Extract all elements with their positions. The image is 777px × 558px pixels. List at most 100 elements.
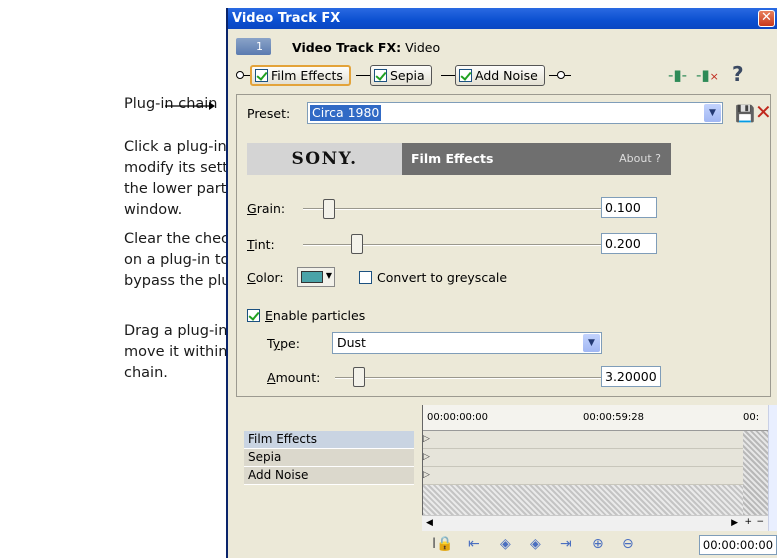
color-label-accel: C (247, 270, 256, 285)
chevron-down-icon: ▼ (325, 271, 332, 280)
lock-cursor-icon[interactable]: I🔒 (432, 536, 454, 552)
tint-slider-thumb[interactable] (351, 234, 363, 254)
next-keyframe-icon[interactable]: ◈ (530, 536, 541, 552)
track-header: 1 Video Track FX: Video (236, 36, 766, 58)
keyframe-lane[interactable]: ▷ (423, 431, 743, 449)
track-title-name: Video (401, 40, 441, 55)
chain-end-node (557, 71, 565, 79)
ruler-label: 00: (743, 412, 760, 423)
scroll-left-icon[interactable]: ◀ (426, 518, 433, 528)
track-title: Video Track FX: Video (292, 40, 440, 55)
sepia-checkbox[interactable] (374, 69, 387, 82)
plugin-name: Film Effects (411, 151, 494, 166)
close-icon[interactable]: ✕ (758, 10, 775, 27)
enable-particles-option[interactable]: Enable particles (247, 308, 365, 323)
help-icon[interactable]: ? (732, 62, 744, 86)
scroll-right-icon[interactable]: ▶ (731, 518, 738, 528)
keyframe-lane[interactable]: ▷ (423, 449, 743, 467)
prev-keyframe-icon[interactable]: ◈ (500, 536, 511, 552)
chain-connector (441, 75, 455, 76)
plugin-header-band: SONY. Film Effects About ? (247, 143, 671, 175)
preset-dropdown[interactable]: Circa 1980 ▼ (307, 102, 723, 124)
remove-plugin-icon[interactable]: -▮× (696, 66, 719, 84)
amount-slider-thumb[interactable] (353, 367, 365, 387)
keyframe-marker[interactable]: ▷ (423, 470, 430, 480)
save-preset-icon[interactable]: 💾 (735, 104, 755, 123)
particles-label-accel: E (265, 308, 273, 323)
plugin-settings-panel: Preset: Circa 1980 ▼ 💾 ✕ SONY. Film Effe… (236, 94, 772, 397)
empty-lane-area (423, 485, 743, 515)
plugin-chooser-icon[interactable]: -▮- (668, 66, 687, 84)
keyframe-transport: I🔒 ⇤ ◈ ◈ ⇥ ⊕ ⊖ 00:00:00:00 (422, 533, 777, 558)
first-keyframe-icon[interactable]: ⇤ (468, 536, 480, 552)
time-ruler[interactable]: 00:00:00:00 00:00:59:28 00: (423, 405, 769, 431)
particle-type-value: Dust (337, 335, 366, 350)
type-label: Type: (267, 336, 300, 351)
timeline-track-item[interactable]: Add Noise (244, 467, 414, 485)
video-track-fx-window: Video Track FX ✕ 1 Video Track FX: Video… (226, 8, 777, 558)
chain-start-node (236, 71, 244, 79)
add-noise-checkbox[interactable] (459, 69, 472, 82)
chain-connector (565, 75, 571, 76)
plugin-add-noise[interactable]: Add Noise (455, 65, 545, 86)
preset-label: Preset: (247, 106, 291, 121)
preset-value: Circa 1980 (310, 105, 382, 121)
about-link[interactable]: About ? (619, 152, 661, 165)
greyscale-checkbox[interactable] (359, 271, 372, 284)
zoom-in-icon[interactable]: + (744, 517, 752, 527)
chevron-down-icon[interactable]: ▼ (704, 104, 721, 122)
amount-slider-track[interactable] (335, 377, 633, 379)
keyframe-marker[interactable]: ▷ (423, 452, 430, 462)
plugin-sepia[interactable]: Sepia (370, 65, 432, 86)
keyframe-lane[interactable]: ▷ (423, 467, 743, 485)
particle-type-dropdown[interactable]: Dust ▼ (332, 332, 602, 354)
plugin-label: Film Effects (271, 68, 343, 83)
color-swatch (301, 271, 323, 283)
timecode-field[interactable]: 00:00:00:00 (699, 535, 777, 555)
grain-slider-track[interactable] (303, 208, 633, 210)
last-keyframe-icon[interactable]: ⇥ (560, 536, 572, 552)
horizontal-scrollbar[interactable]: ◀ ▶ + − (422, 515, 768, 531)
amount-value-field[interactable]: 3.20000 (601, 366, 661, 387)
tint-label: Tint: (247, 237, 275, 252)
chain-connector (356, 75, 370, 76)
chevron-down-icon[interactable]: ▼ (583, 334, 600, 352)
grain-label-rest: rain: (256, 201, 286, 216)
annotation-arrow (165, 102, 215, 110)
track-number-badge: 1 (236, 38, 271, 55)
grain-label: Grain: (247, 201, 285, 216)
timeline-tracks: Film Effects Sepia Add Noise (244, 431, 414, 485)
amount-label-rest: mount: (275, 370, 321, 385)
delete-keyframe-icon[interactable]: ⊖ (622, 536, 634, 552)
plugin-chain: Film Effects Sepia Add Noise -▮- -▮× ? (236, 62, 771, 88)
vertical-scrollbar[interactable] (768, 405, 777, 531)
timeline-track-item[interactable]: Film Effects (244, 431, 414, 449)
plugin-film-effects[interactable]: Film Effects (250, 65, 351, 86)
add-keyframe-icon[interactable]: ⊕ (592, 536, 604, 552)
ruler-label: 00:00:00:00 (427, 412, 489, 423)
zoom-out-icon[interactable]: − (756, 517, 764, 527)
sony-logo: SONY. (247, 143, 402, 175)
greyscale-option[interactable]: Convert to greyscale (359, 270, 507, 285)
title-bar[interactable]: Video Track FX ✕ (228, 8, 777, 29)
timeline-area[interactable]: 00:00:00:00 00:00:59:28 00: ▷ ▷ ▷ (422, 405, 769, 531)
track-title-bold: Video Track FX: (292, 40, 402, 55)
grain-label-accel: G (247, 201, 257, 216)
film-effects-checkbox[interactable] (255, 69, 268, 82)
tint-value-field[interactable]: 0.200 (601, 233, 657, 254)
delete-preset-icon[interactable]: ✕ (755, 100, 772, 124)
timeline-track-list: Film Effects Sepia Add Noise (232, 405, 422, 558)
grain-slider-thumb[interactable] (323, 199, 335, 219)
chain-connector (549, 75, 557, 76)
amount-label: Amount: (267, 370, 320, 385)
color-picker-button[interactable]: ▼ (297, 267, 335, 287)
color-label: Color: (247, 270, 284, 285)
grain-value-field[interactable]: 0.100 (601, 197, 657, 218)
ruler-label: 00:00:59:28 (583, 412, 645, 423)
enable-particles-checkbox[interactable] (247, 309, 260, 322)
timeline-track-item[interactable]: Sepia (244, 449, 414, 467)
keyframe-marker[interactable]: ▷ (423, 434, 430, 444)
color-label-rest: olor: (255, 270, 284, 285)
keyframe-timeline: Film Effects Sepia Add Noise 00:00:00:00… (228, 405, 777, 558)
plugin-label: Sepia (390, 68, 425, 83)
